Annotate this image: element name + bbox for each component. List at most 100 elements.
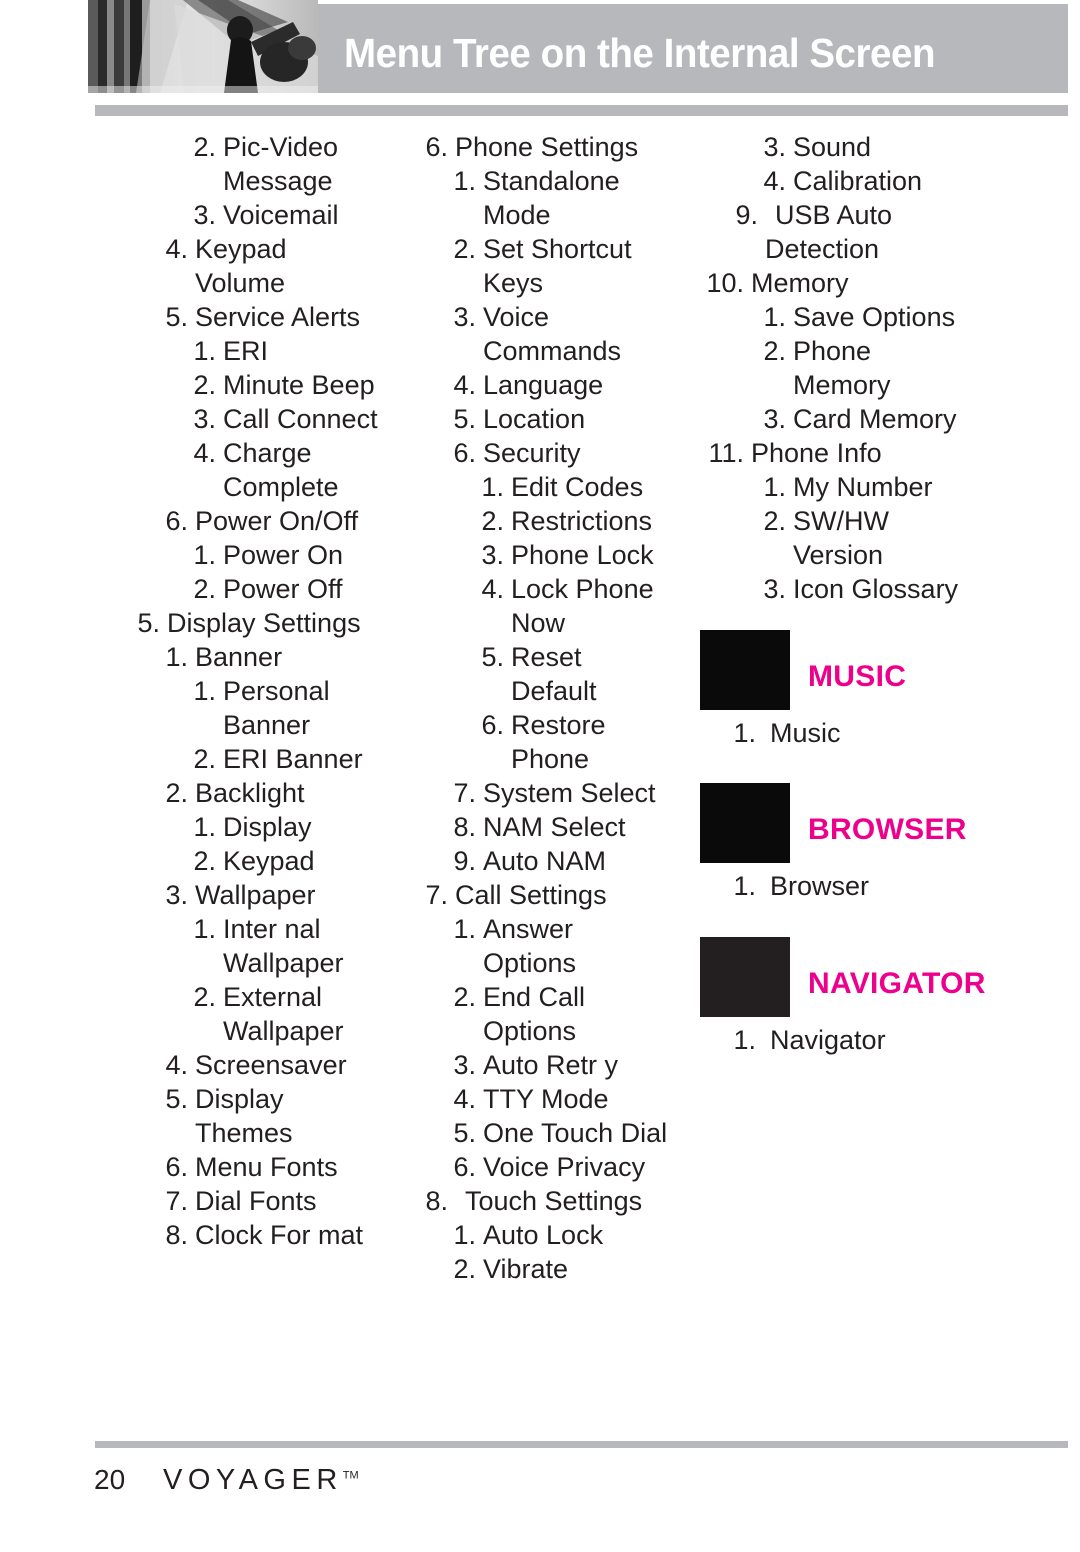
- menu-line-label: Phone: [511, 744, 590, 774]
- menu-line: 4. Keypad: [130, 232, 410, 266]
- menu-line-number: 2.: [193, 574, 216, 604]
- menu-line-label: Phone Lock: [511, 540, 654, 570]
- menu-line-label: Power Off: [223, 574, 343, 604]
- menu-line-number: 4.: [165, 1050, 188, 1080]
- menu-line-number: 4.: [453, 370, 476, 400]
- menu-line-number: 11.: [708, 438, 744, 468]
- menu-line-label: End Call: [483, 982, 586, 1012]
- trademark-symbol: TM: [342, 1469, 359, 1482]
- menu-line-label: Mode: [483, 200, 551, 230]
- menu-line: Banner: [130, 708, 410, 742]
- menu-line-number: 2.: [165, 778, 188, 808]
- menu-line: Now: [418, 606, 693, 640]
- menu-line-number: 7.: [165, 1186, 188, 1216]
- menu-line-label: USB Auto: [775, 200, 893, 230]
- menu-line-number: 1.: [193, 812, 216, 842]
- menu-line-label: ERI Banner: [223, 744, 363, 774]
- menu-line-number: 8.: [165, 1220, 188, 1250]
- menu-line: 3. Voicemail: [130, 198, 410, 232]
- menu-line-number: 4.: [193, 438, 216, 468]
- menu-line-number: 1.: [481, 472, 504, 502]
- menu-line-number: 3.: [193, 404, 216, 434]
- menu-line: 2. Restrictions: [418, 504, 693, 538]
- menu-line: 8. Clock For mat: [130, 1218, 410, 1252]
- menu-line: 5. Location: [418, 402, 693, 436]
- menu-line-number: 7.: [425, 880, 448, 910]
- music-section-title: MUSIC: [808, 660, 907, 693]
- menu-line: 2. Pic-Video: [130, 130, 410, 164]
- menu-line-label: Phone: [793, 336, 872, 366]
- menu-line-label: Default: [511, 676, 597, 706]
- menu-line-number: 3.: [481, 540, 504, 570]
- menu-line: Message: [130, 164, 410, 198]
- menu-line-number: 1.: [193, 676, 216, 706]
- menu-line-number: 5.: [165, 1084, 188, 1114]
- menu-line-number: 1.: [193, 336, 216, 366]
- menu-line: 1. Personal: [130, 674, 410, 708]
- menu-line: 1. Power On: [130, 538, 410, 572]
- menu-line: 4. Charge: [130, 436, 410, 470]
- page-header: Menu Tree on the Internal Screen: [0, 0, 1080, 116]
- menu-line-number: 3.: [453, 1050, 476, 1080]
- menu-line-number: 3.: [763, 574, 786, 604]
- browser-menu-item[interactable]: 1. Browser: [726, 869, 869, 903]
- menu-line: 1. Banner: [130, 640, 410, 674]
- footer-rule: [95, 1441, 1068, 1448]
- menu-line-label: Phone Info: [751, 438, 882, 468]
- menu-line: 1. Auto Lock: [418, 1218, 693, 1252]
- menu-line: 2. Keypad: [130, 844, 410, 878]
- menu-line-label: Wallpaper: [223, 1016, 344, 1046]
- menu-line-label: Standalone: [483, 166, 620, 196]
- menu-line: 2. ERI Banner: [130, 742, 410, 776]
- menu-line-number: 1.: [453, 166, 476, 196]
- menu-line-label: Keypad: [223, 846, 315, 876]
- music-menu-item[interactable]: 1. Music: [726, 716, 840, 750]
- menu-line: Wallpaper: [130, 946, 410, 980]
- menu-column-3: 3. Sound 4. Calibration 9. USB Auto Detection 1…: [700, 130, 1000, 606]
- menu-line-label: Screensaver: [195, 1050, 347, 1080]
- menu-line: 4. Language: [418, 368, 693, 402]
- menu-line: Options: [418, 946, 693, 980]
- menu-line: 7. Call Settings: [418, 878, 693, 912]
- page-title: Menu Tree on the Internal Screen: [344, 30, 936, 76]
- menu-line: 9. Auto NAM: [418, 844, 693, 878]
- menu-line-label: Now: [511, 608, 566, 638]
- menu-line-label: Display: [223, 812, 312, 842]
- menu-line-label: Card Memory: [793, 404, 957, 434]
- menu-line: 3. Card Memory: [700, 402, 1000, 436]
- menu-line-label: Calibration: [793, 166, 923, 196]
- menu-line: 6. Power On/Off: [130, 504, 410, 538]
- menu-line: 11. Phone Info: [700, 436, 1000, 470]
- navigator-icon: [700, 937, 790, 1017]
- menu-line-label: Voice Privacy: [483, 1152, 646, 1182]
- menu-line: 6. Security: [418, 436, 693, 470]
- menu-line-label: Commands: [483, 336, 622, 366]
- menu-line-label: Themes: [195, 1118, 293, 1148]
- browser-icon: [700, 783, 790, 863]
- menu-line-label: TTY Mode: [483, 1084, 609, 1114]
- menu-line-label: Volume: [195, 268, 286, 298]
- menu-line-label: Service Alerts: [195, 302, 361, 332]
- menu-line: 2. Backlight: [130, 776, 410, 810]
- menu-line-label: Location: [483, 404, 586, 434]
- menu-line-number: 6.: [481, 710, 504, 740]
- menu-line-label: Icon Glossary: [793, 574, 959, 604]
- menu-line-number: 2.: [193, 132, 216, 162]
- menu-line-number: 9.: [735, 200, 758, 230]
- menu-line-number: 2.: [763, 336, 786, 366]
- menu-line-label: ERI: [223, 336, 269, 366]
- menu-line-number: 1.: [165, 642, 188, 672]
- navigator-menu-item[interactable]: 1. Navigator: [726, 1023, 885, 1057]
- menu-line: 8. Touch Settings: [418, 1184, 693, 1218]
- menu-line-label: Options: [483, 948, 577, 978]
- menu-line: Options: [418, 1014, 693, 1048]
- menu-line: Mode: [418, 198, 693, 232]
- menu-line: 2. Minute Beep: [130, 368, 410, 402]
- menu-line-label: My Number: [793, 472, 933, 502]
- menu-line: 2. Vibrate: [418, 1252, 693, 1286]
- menu-line: 4. TTY Mode: [418, 1082, 693, 1116]
- navigator-item-number: 1.: [733, 1025, 756, 1055]
- menu-line-number: 1.: [453, 1220, 476, 1250]
- menu-line-number: 5.: [453, 404, 476, 434]
- menu-line: Themes: [130, 1116, 410, 1150]
